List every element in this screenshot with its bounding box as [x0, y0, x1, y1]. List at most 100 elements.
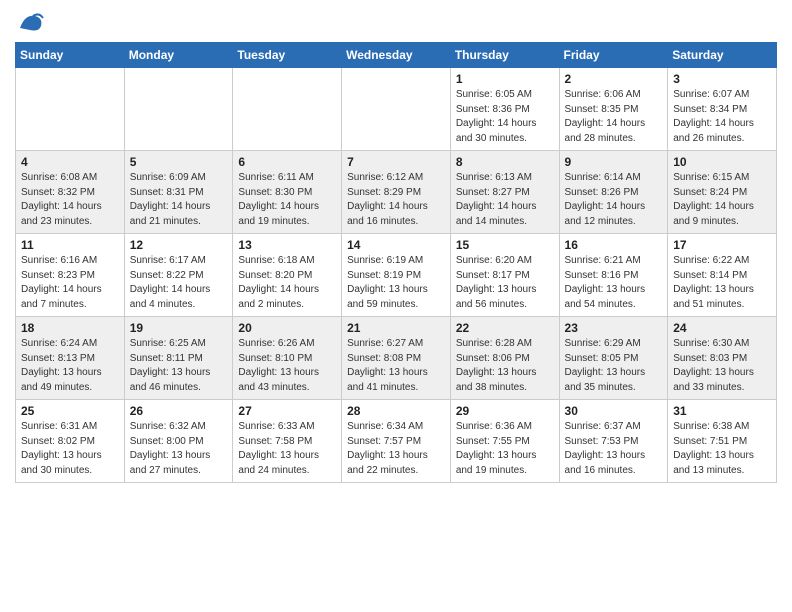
- calendar-cell: 7 Sunrise: 6:12 AM Sunset: 8:29 PM Daylig…: [342, 151, 451, 234]
- calendar-header: SundayMondayTuesdayWednesdayThursdayFrid…: [16, 43, 777, 68]
- day-info: Sunrise: 6:34 AM Sunset: 7:57 PM Dayligh…: [347, 420, 445, 478]
- calendar-cell: 16Sunrise: 6:21 AM Sunset: 8:16 PM Dayli…: [559, 234, 668, 317]
- day-info: Sunrise: 6:13 AM Sunset: 8:27 PM Dayligh…: [456, 171, 554, 229]
- day-number: 31: [673, 404, 771, 418]
- day-number: 19: [130, 321, 228, 335]
- calendar-cell: 2 Sunrise: 6:06 AM Sunset: 8:35 PM Daylig…: [559, 68, 668, 151]
- day-header-saturday: Saturday: [668, 43, 777, 68]
- day-info: Sunrise: 6:28 AM Sunset: 8:06 PM Dayligh…: [456, 337, 554, 395]
- day-number: 24: [673, 321, 771, 335]
- day-number: 18: [21, 321, 119, 335]
- day-info: Sunrise: 6:18 AM Sunset: 8:20 PM Dayligh…: [238, 254, 336, 312]
- day-info: Sunrise: 6:22 AM Sunset: 8:14 PM Dayligh…: [673, 254, 771, 312]
- calendar-cell: 18 Sunrise: 6:24 AM Sunset: 8:13 PM Dayli…: [16, 317, 125, 400]
- calendar-cell: 25 Sunrise: 6:31 AM Sunset: 8:02 PM Dayli…: [16, 400, 125, 483]
- page-header: [15, 10, 777, 34]
- logo: [15, 10, 49, 34]
- day-info: Sunrise: 6:05 AM Sunset: 8:36 PM Dayligh…: [456, 88, 554, 146]
- day-number: 28: [347, 404, 445, 418]
- day-info: Sunrise: 6:38 AM Sunset: 7:51 PM Dayligh…: [673, 420, 771, 478]
- day-number: 21: [347, 321, 445, 335]
- day-info: Sunrise: 6:37 AM Sunset: 7:53 PM Dayligh…: [565, 420, 663, 478]
- day-number: 17: [673, 238, 771, 252]
- calendar-cell: 23 Sunrise: 6:29 AM Sunset: 8:05 PM Dayli…: [559, 317, 668, 400]
- day-info: Sunrise: 6:08 AM Sunset: 8:32 PM Dayligh…: [21, 171, 119, 229]
- day-info: Sunrise: 6:32 AM Sunset: 8:00 PM Dayligh…: [130, 420, 228, 478]
- calendar-cell: [342, 68, 451, 151]
- day-info: Sunrise: 6:27 AM Sunset: 8:08 PM Dayligh…: [347, 337, 445, 395]
- calendar-cell: 9 Sunrise: 6:14 AM Sunset: 8:26 PM Daylig…: [559, 151, 668, 234]
- day-info: Sunrise: 6:15 AM Sunset: 8:24 PM Dayligh…: [673, 171, 771, 229]
- day-info: Sunrise: 6:11 AM Sunset: 8:30 PM Dayligh…: [238, 171, 336, 229]
- calendar-week-3: 11 Sunrise: 6:16 AM Sunset: 8:23 PM Dayli…: [16, 234, 777, 317]
- calendar-cell: 14 Sunrise: 6:19 AM Sunset: 8:19 PM Dayli…: [342, 234, 451, 317]
- day-info: Sunrise: 6:31 AM Sunset: 8:02 PM Dayligh…: [21, 420, 119, 478]
- day-number: 23: [565, 321, 663, 335]
- calendar-cell: 15 Sunrise: 6:20 AM Sunset: 8:17 PM Dayli…: [450, 234, 559, 317]
- day-number: 7: [347, 155, 445, 169]
- calendar-cell: 4Sunrise: 6:08 AM Sunset: 8:32 PM Daylig…: [16, 151, 125, 234]
- day-info: Sunrise: 6:19 AM Sunset: 8:19 PM Dayligh…: [347, 254, 445, 312]
- calendar-cell: 10 Sunrise: 6:15 AM Sunset: 8:24 PM Dayli…: [668, 151, 777, 234]
- day-header-monday: Monday: [124, 43, 233, 68]
- day-number: 2: [565, 72, 663, 86]
- calendar-cell: 13 Sunrise: 6:18 AM Sunset: 8:20 PM Dayli…: [233, 234, 342, 317]
- day-info: Sunrise: 6:16 AM Sunset: 8:23 PM Dayligh…: [21, 254, 119, 312]
- day-number: 14: [347, 238, 445, 252]
- calendar-cell: 28 Sunrise: 6:34 AM Sunset: 7:57 PM Dayli…: [342, 400, 451, 483]
- calendar-cell: [124, 68, 233, 151]
- day-number: 30: [565, 404, 663, 418]
- day-info: Sunrise: 6:33 AM Sunset: 7:58 PM Dayligh…: [238, 420, 336, 478]
- day-number: 6: [238, 155, 336, 169]
- day-number: 5: [130, 155, 228, 169]
- day-number: 13: [238, 238, 336, 252]
- calendar-cell: [16, 68, 125, 151]
- day-header-thursday: Thursday: [450, 43, 559, 68]
- day-number: 15: [456, 238, 554, 252]
- day-number: 27: [238, 404, 336, 418]
- calendar-cell: 26Sunrise: 6:32 AM Sunset: 8:00 PM Dayli…: [124, 400, 233, 483]
- day-header-friday: Friday: [559, 43, 668, 68]
- day-header-wednesday: Wednesday: [342, 43, 451, 68]
- day-number: 29: [456, 404, 554, 418]
- calendar-cell: 3Sunrise: 6:07 AM Sunset: 8:34 PM Daylig…: [668, 68, 777, 151]
- day-number: 10: [673, 155, 771, 169]
- calendar-cell: 5 Sunrise: 6:09 AM Sunset: 8:31 PM Daylig…: [124, 151, 233, 234]
- day-info: Sunrise: 6:24 AM Sunset: 8:13 PM Dayligh…: [21, 337, 119, 395]
- day-info: Sunrise: 6:06 AM Sunset: 8:35 PM Dayligh…: [565, 88, 663, 146]
- calendar-cell: 17 Sunrise: 6:22 AM Sunset: 8:14 PM Dayli…: [668, 234, 777, 317]
- calendar-cell: 21 Sunrise: 6:27 AM Sunset: 8:08 PM Dayli…: [342, 317, 451, 400]
- day-number: 25: [21, 404, 119, 418]
- calendar-cell: 6 Sunrise: 6:11 AM Sunset: 8:30 PM Daylig…: [233, 151, 342, 234]
- calendar-cell: 29 Sunrise: 6:36 AM Sunset: 7:55 PM Dayli…: [450, 400, 559, 483]
- day-info: Sunrise: 6:21 AM Sunset: 8:16 PM Dayligh…: [565, 254, 663, 312]
- day-number: 9: [565, 155, 663, 169]
- day-header-sunday: Sunday: [16, 43, 125, 68]
- day-number: 11: [21, 238, 119, 252]
- day-number: 3: [673, 72, 771, 86]
- day-info: Sunrise: 6:36 AM Sunset: 7:55 PM Dayligh…: [456, 420, 554, 478]
- calendar-cell: 19 Sunrise: 6:25 AM Sunset: 8:11 PM Dayli…: [124, 317, 233, 400]
- calendar-cell: 22Sunrise: 6:28 AM Sunset: 8:06 PM Dayli…: [450, 317, 559, 400]
- calendar-body: 1Sunrise: 6:05 AM Sunset: 8:36 PM Daylig…: [16, 68, 777, 483]
- calendar-cell: [233, 68, 342, 151]
- day-number: 8: [456, 155, 554, 169]
- calendar-cell: 27 Sunrise: 6:33 AM Sunset: 7:58 PM Dayli…: [233, 400, 342, 483]
- day-info: Sunrise: 6:09 AM Sunset: 8:31 PM Dayligh…: [130, 171, 228, 229]
- calendar-cell: 30 Sunrise: 6:37 AM Sunset: 7:53 PM Dayli…: [559, 400, 668, 483]
- calendar-cell: 20Sunrise: 6:26 AM Sunset: 8:10 PM Dayli…: [233, 317, 342, 400]
- day-info: Sunrise: 6:17 AM Sunset: 8:22 PM Dayligh…: [130, 254, 228, 312]
- day-info: Sunrise: 6:12 AM Sunset: 8:29 PM Dayligh…: [347, 171, 445, 229]
- calendar-cell: 1Sunrise: 6:05 AM Sunset: 8:36 PM Daylig…: [450, 68, 559, 151]
- day-info: Sunrise: 6:14 AM Sunset: 8:26 PM Dayligh…: [565, 171, 663, 229]
- calendar-cell: 12 Sunrise: 6:17 AM Sunset: 8:22 PM Dayli…: [124, 234, 233, 317]
- calendar-week-2: 4Sunrise: 6:08 AM Sunset: 8:32 PM Daylig…: [16, 151, 777, 234]
- day-info: Sunrise: 6:30 AM Sunset: 8:03 PM Dayligh…: [673, 337, 771, 395]
- day-info: Sunrise: 6:29 AM Sunset: 8:05 PM Dayligh…: [565, 337, 663, 395]
- calendar-cell: 24 Sunrise: 6:30 AM Sunset: 8:03 PM Dayli…: [668, 317, 777, 400]
- day-info: Sunrise: 6:20 AM Sunset: 8:17 PM Dayligh…: [456, 254, 554, 312]
- day-header-tuesday: Tuesday: [233, 43, 342, 68]
- day-info: Sunrise: 6:25 AM Sunset: 8:11 PM Dayligh…: [130, 337, 228, 395]
- day-number: 12: [130, 238, 228, 252]
- calendar-cell: 8 Sunrise: 6:13 AM Sunset: 8:27 PM Daylig…: [450, 151, 559, 234]
